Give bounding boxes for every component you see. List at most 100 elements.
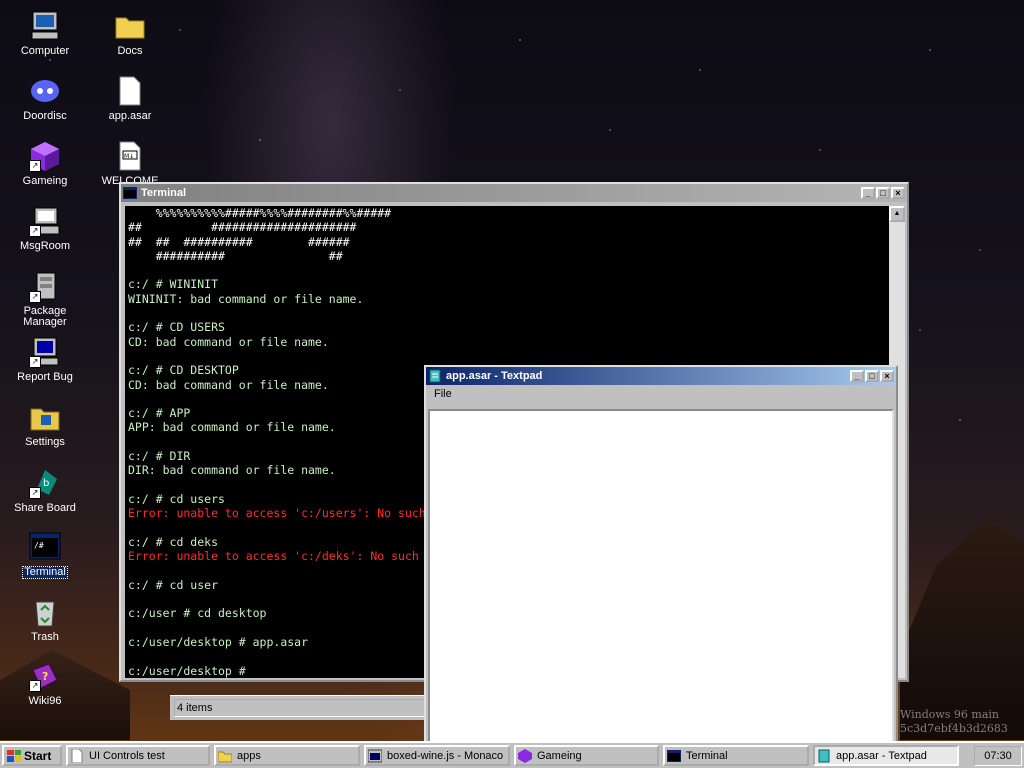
desktop-icon-label: Computer [20,45,70,57]
terminal-line: CD: bad command or file name. [128,334,329,349]
maximize-button[interactable]: □ [865,370,879,382]
desktop-icon-gameing[interactable]: ↗ Gameing [5,140,85,187]
recycle-bin-icon [29,596,61,628]
svg-text:b: b [43,478,49,489]
terminal-title: Terminal [141,187,187,199]
desktop-icon-package-manager[interactable]: ↗ Package Manager [5,271,85,328]
terminal-icon [667,749,681,763]
desktop-icon-docs[interactable]: Docs [90,10,170,57]
cube-icon: ↗ [29,140,61,172]
desktop-icon-welcome[interactable]: M↓ WELCOME [90,140,170,187]
chat-computer-icon: ↗ [29,205,61,237]
textpad-editor[interactable] [428,409,894,744]
discord-icon [29,75,61,107]
document-icon [70,748,84,763]
markdown-file-icon: M↓ [114,140,146,172]
desktop-icon-label: MsgRoom [19,240,71,252]
desktop-icon-label: Package Manager [23,305,67,328]
settings-folder-icon [29,401,61,433]
taskbar-button-label: Terminal [686,749,728,762]
terminal-line: c:/ # CD USERS [128,320,225,335]
close-button[interactable]: × [880,370,894,382]
folder-icon [217,749,233,763]
svg-text:M↓: M↓ [124,153,134,160]
taskbar-button-ui-controls[interactable]: UI Controls test [66,745,210,766]
start-label: Start [24,748,52,763]
menu-file[interactable]: File [430,388,456,400]
taskbar: Start UI Controls test apps boxed-wine.j… [0,741,1024,768]
taskbar-button-label: boxed-wine.js - Monaco [387,749,504,762]
windows-logo-icon [7,749,21,762]
taskbar-button-monaco[interactable]: boxed-wine.js - Monaco [364,745,510,766]
terminal-line: ## ##################### [128,220,357,235]
desktop-icon-wiki96[interactable]: ? ↗ Wiki96 [5,660,85,707]
desktop-icon-msgroom[interactable]: ↗ MsgRoom [5,205,85,252]
build-watermark: Windows 96 main 5c3d7ebf4b3d2683 [900,708,1024,736]
terminal-line: WININIT: bad command or file name. [128,291,364,306]
desktop-icon-label: Settings [25,436,65,448]
desktop-icon-label: Share Board [14,502,76,514]
start-button[interactable]: Start [2,745,62,766]
desktop-icon-report-bug[interactable]: ↗ Report Bug [5,336,85,383]
desktop-icon-computer[interactable]: Computer [5,10,85,57]
taskbar-button-textpad[interactable]: app.asar - Textpad [813,745,959,766]
taskbar-button-apps[interactable]: apps [214,745,360,766]
terminal-line: ## ## ########## ###### [128,234,350,249]
minimize-button[interactable]: _ [861,187,875,199]
explorer-status-bar: 4 items [170,695,430,720]
taskbar-button-label: Gameing [537,749,582,762]
taskbar-button-label: apps [237,749,261,762]
desktop-icon-label: Terminal [22,566,68,579]
svg-text:/#: /# [34,541,44,550]
watermark-line: Windows 96 main [900,708,1000,721]
textpad-window[interactable]: app.asar - Textpad _ □ × File [424,365,898,745]
taskbar-button-terminal[interactable]: Terminal [663,745,809,766]
taskbar-button-label: app.asar - Textpad [836,749,927,762]
desktop-icon-share-board[interactable]: b ↗ Share Board [5,467,85,514]
scroll-up-arrow-icon[interactable]: ▲ [889,206,905,222]
desktop-icon-terminal[interactable]: /# Terminal [5,531,85,579]
minimize-button[interactable]: _ [850,370,864,382]
terminal-title-icon [123,186,137,200]
terminal-line: %%%%%%%%%%#####%%%%########%%##### [128,206,392,220]
desktop-icon-label: Docs [117,45,143,57]
textpad-titlebar[interactable]: app.asar - Textpad _ □ × [426,367,896,385]
desktop-icon-label: Wiki96 [28,695,62,707]
notepad-icon [817,749,831,763]
cube-icon [518,748,532,763]
computer-icon [29,10,61,42]
notepad-icon [428,369,442,383]
desktop-icon-label: app.asar [108,110,152,122]
desktop-icon-label: Trash [31,631,59,643]
desktop-icon-trash[interactable]: Trash [5,596,85,643]
taskbar-button-gameing[interactable]: Gameing [514,745,659,766]
close-button[interactable]: × [891,187,905,199]
taskbar-button-label: UI Controls test [89,749,165,762]
explorer-item-count: 4 items [174,699,426,717]
textpad-title: app.asar - Textpad [446,370,543,382]
watermark-line: 5c3d7ebf4b3d2683 [900,722,1008,735]
desktop-icon-label: Gameing [22,175,68,187]
svg-text:?: ? [42,670,48,683]
bug-report-computer-icon: ↗ [29,336,61,368]
help-book-icon: ? ↗ [29,660,61,692]
terminal-line: c:/ # WININIT [128,277,219,292]
desktop-icon-settings[interactable]: Settings [5,401,85,448]
file-icon [114,75,146,107]
terminal-line: ########## ## [128,248,343,263]
system-clock: 07:30 [974,746,1022,766]
code-icon [367,749,383,763]
desktop-icon-label: Report Bug [17,371,73,383]
package-icon: ↗ [29,271,61,303]
desktop-icon-label: Doordisc [23,110,67,122]
folder-icon [114,10,146,42]
share-board-icon: b ↗ [29,467,61,499]
desktop-icon-app-asar[interactable]: app.asar [90,75,170,122]
desktop-icon-doordisc[interactable]: Doordisc [5,75,85,122]
terminal-icon: /# [29,531,61,563]
terminal-titlebar[interactable]: Terminal _ □ × [121,184,907,202]
maximize-button[interactable]: □ [876,187,890,199]
